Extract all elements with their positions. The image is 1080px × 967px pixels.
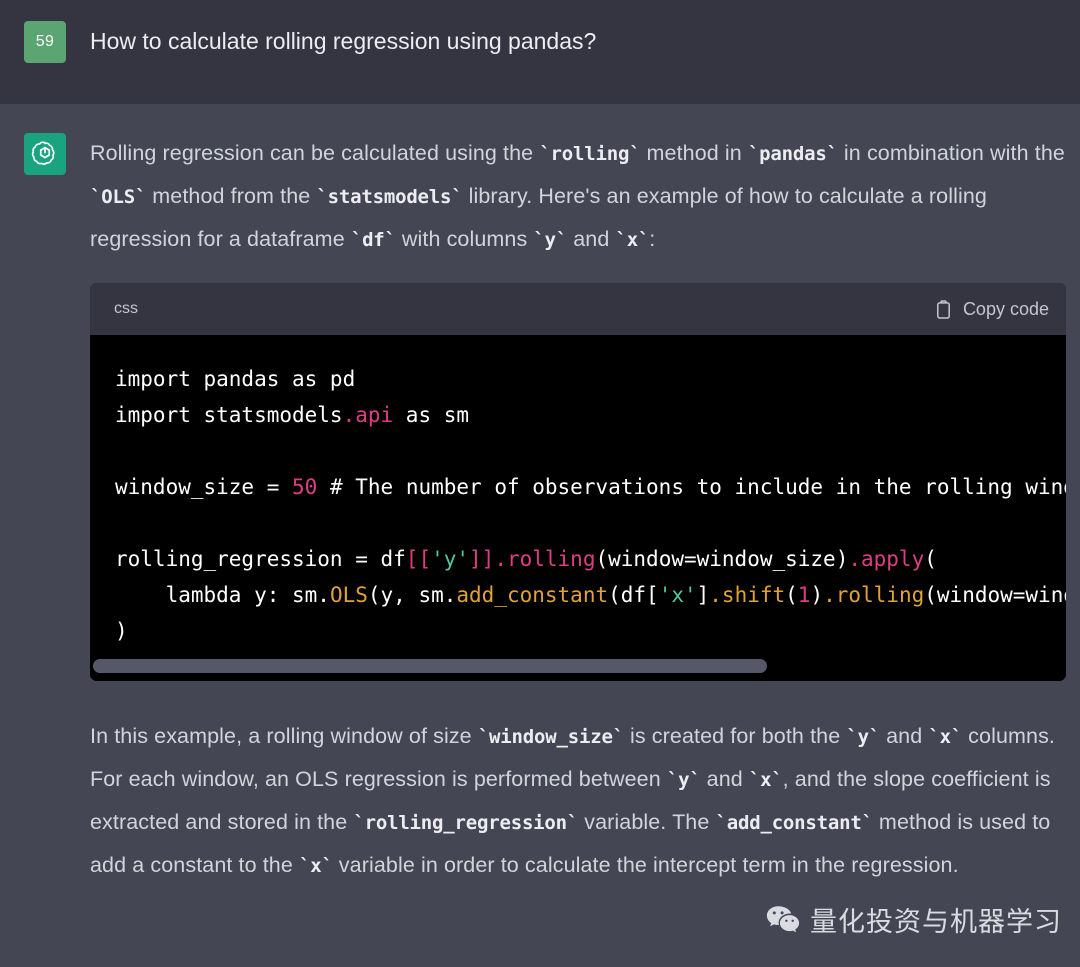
code-token-pink: .apply	[848, 547, 924, 571]
intro-paragraph: Rolling regression can be calculated usi…	[90, 132, 1066, 261]
code-token-fn: add_constant	[456, 583, 608, 607]
code-token-attr: .api	[343, 403, 394, 427]
inline-code: `rolling`	[539, 143, 640, 165]
inline-code: `statsmodels`	[316, 186, 462, 208]
code-token-num: 1	[798, 583, 811, 607]
inline-code: `pandas`	[748, 143, 838, 165]
code-token-fn: .rolling	[823, 583, 924, 607]
code-block-header: css Copy code	[90, 283, 1066, 335]
copy-code-label: Copy code	[963, 299, 1049, 320]
code-token-fn: .shift	[709, 583, 785, 607]
copy-code-button[interactable]: Copy code	[934, 299, 1049, 320]
inline-code: `x`	[299, 855, 333, 877]
code-token-num: 50	[292, 475, 317, 499]
inline-code: `x`	[615, 229, 649, 251]
inline-code: `rolling_regression`	[353, 812, 578, 834]
user-avatar: 59	[24, 21, 66, 63]
clipboard-icon	[934, 299, 953, 320]
openai-logo-icon	[24, 133, 66, 175]
inline-code: `y`	[846, 726, 880, 748]
code-horizontal-scrollbar[interactable]	[90, 659, 1066, 673]
code-language-label: css	[114, 300, 138, 318]
assistant-message-turn: Rolling regression can be calculated usi…	[0, 104, 1080, 967]
user-message-turn: 59 How to calculate rolling regression u…	[0, 0, 1080, 104]
code-token-punct: ]]	[469, 547, 494, 571]
code-block: css Copy code import pandas as pd import…	[90, 283, 1066, 681]
code-token-punct: [[	[406, 547, 431, 571]
inline-code: `OLS`	[90, 186, 146, 208]
inline-code: `df`	[351, 229, 396, 251]
code-block-body: import pandas as pd import statsmodels.a…	[90, 335, 1066, 681]
user-avatar-label: 59	[36, 33, 54, 51]
inline-code: `add_constant`	[716, 812, 873, 834]
inline-code: `y`	[533, 229, 567, 251]
code-scrollbar-thumb[interactable]	[93, 659, 767, 673]
inline-code: `x`	[928, 726, 962, 748]
assistant-message-content: Rolling regression can be calculated usi…	[90, 132, 1080, 887]
user-avatar-column: 59	[0, 20, 90, 63]
closing-paragraph: In this example, a rolling window of siz…	[90, 715, 1066, 887]
code-content[interactable]: import pandas as pd import statsmodels.a…	[90, 361, 1066, 649]
assistant-avatar-column	[0, 132, 90, 175]
code-token-pink: .rolling	[494, 547, 595, 571]
code-token-str: 'x'	[659, 583, 697, 607]
inline-code: `window_size`	[478, 726, 624, 748]
user-message-content: How to calculate rolling regression usin…	[90, 20, 1080, 58]
code-token-str: 'y'	[431, 547, 469, 571]
inline-code: `y`	[667, 769, 701, 791]
inline-code: `x`	[749, 769, 783, 791]
code-token-comment: # The number of observations to include …	[317, 475, 1066, 499]
code-token-fn: OLS	[330, 583, 368, 607]
user-question-text: How to calculate rolling regression usin…	[90, 20, 1066, 58]
chatgpt-conversation-screenshot: 59 How to calculate rolling regression u…	[0, 0, 1080, 967]
